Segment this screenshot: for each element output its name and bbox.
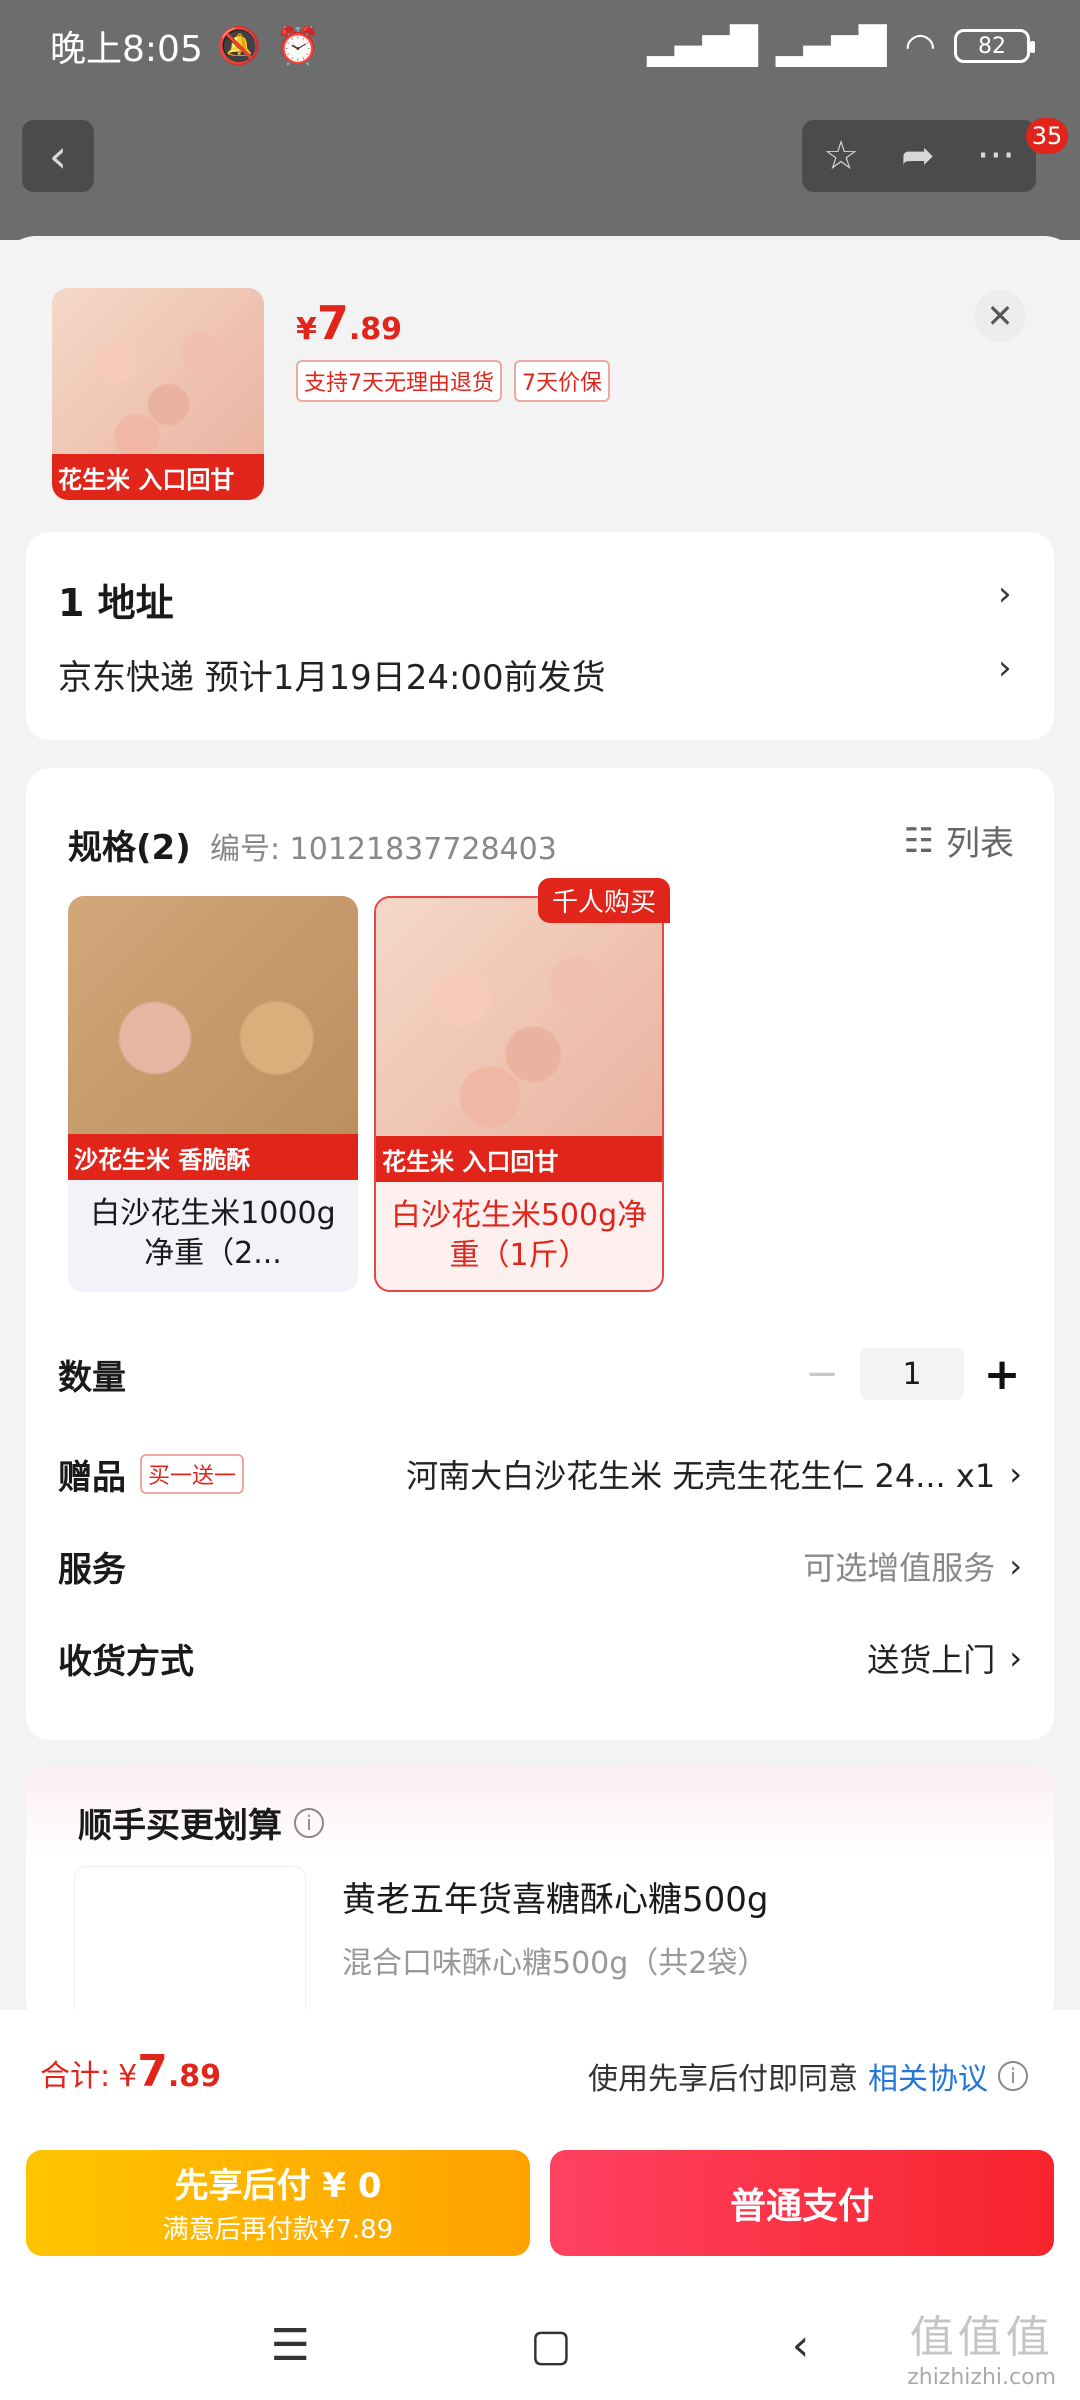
increase-button[interactable]: +: [982, 1349, 1022, 1400]
battery-indicator: 82: [954, 29, 1035, 63]
top-actions: ☆ ➦ ···: [802, 120, 1036, 192]
list-view-toggle[interactable]: ☷ 列表: [904, 816, 1014, 865]
list-icon: ☷: [903, 820, 934, 861]
product-tags: 支持7天无理由退货 7天价保: [296, 360, 610, 402]
upsell-card: 顺手买更划算 i 黄老五年货喜糖酥心糖500g 混合口味酥心糖500g（共2袋）: [26, 1766, 1054, 2026]
close-button[interactable]: ✕: [974, 290, 1026, 342]
gift-value: 河南大白沙花生米 无壳生花生仁 24... x1 ›: [406, 1451, 1022, 1497]
total-integer: 7: [137, 2046, 168, 2097]
info-icon[interactable]: i: [294, 1807, 324, 1838]
tag-price-protection: 7天价保: [514, 360, 610, 402]
total-label: 合计:: [40, 2059, 111, 2094]
quantity-stepper: − 1 +: [802, 1348, 1022, 1400]
spec-option-label: 白沙花生米1000g净重（2...: [90, 1196, 336, 1271]
alarm-icon: ⏰: [275, 26, 321, 67]
service-label: 服务: [58, 1549, 126, 1590]
spec-option-caption: 沙花生米 香脆酥: [68, 1134, 358, 1180]
price-integer: 7: [316, 296, 349, 350]
chevron-right-icon: ›: [1009, 1455, 1022, 1493]
watermark-logo: 值值值: [909, 2312, 1054, 2363]
chevron-right-icon: ›: [1009, 1547, 1022, 1585]
spec-title: 规格(2): [68, 828, 191, 868]
menu-icon[interactable]: ☰: [271, 2320, 310, 2371]
hot-sale-badge: 千人购买: [538, 878, 671, 923]
sku-bottom-sheet: 花生米 入口回甘 ¥ 7 .89 支持7天无理由退货 7天价保 ✕ 1 地址 ›…: [0, 236, 1080, 2400]
decrease-button[interactable]: −: [802, 1351, 842, 1397]
spec-option-1000g[interactable]: 沙花生米 香脆酥 白沙花生米1000g净重（2...: [68, 896, 358, 1292]
status-bar: 晚上8:05 🔕 ⏰ ▂▄▆█ ▂▄▆█ ◠ 82: [0, 0, 1080, 92]
info-icon[interactable]: i: [998, 2061, 1028, 2091]
back-button[interactable]: ‹: [22, 120, 94, 192]
spec-card: 规格(2) 编号: 10121837728403 ☷ 列表 沙花生米 香脆酥 白…: [26, 768, 1054, 1740]
share-icon[interactable]: ➦: [901, 133, 935, 179]
pay-later-subtitle: 满意后再付款¥7.89: [162, 2215, 394, 2245]
wifi-icon: ◠: [904, 25, 936, 67]
quantity-label: 数量: [58, 1357, 126, 1398]
total-decimal: .89: [167, 2059, 221, 2094]
upsell-title: 顺手买更划算 i: [78, 1798, 324, 1847]
product-thumbnail[interactable]: 花生米 入口回甘: [52, 288, 264, 500]
price-decimal: .89: [348, 312, 403, 347]
chevron-right-icon: ›: [998, 648, 1012, 688]
spec-option-image: 沙花生米 香脆酥: [68, 896, 358, 1180]
agreement-link[interactable]: 相关协议: [868, 2054, 988, 2098]
close-icon: ✕: [986, 297, 1014, 335]
chevron-right-icon: ›: [998, 574, 1012, 614]
more-icon[interactable]: ···: [977, 133, 1015, 179]
upsell-product-name[interactable]: 黄老五年货喜糖酥心糖500g: [342, 1872, 768, 1921]
product-header: 花生米 入口回甘 ¥ 7 .89 支持7天无理由退货 7天价保 ✕: [0, 236, 1080, 526]
service-value-text: 可选增值服务: [803, 1549, 996, 1587]
chevron-right-icon: ›: [1009, 1639, 1022, 1677]
spec-option-label: 白沙花生米500g净重（1斤）: [390, 1198, 648, 1273]
pay-later-title: 先享后付 ¥ 0: [174, 2166, 382, 2206]
chevron-left-icon: ‹: [48, 129, 68, 183]
signal-icon: ▂▄▆█: [647, 25, 758, 67]
upsell-product-image[interactable]: [74, 1866, 306, 2026]
gift-row[interactable]: 赠品 买一送一 河南大白沙花生米 无壳生花生仁 24... x1 ›: [58, 1444, 1022, 1504]
spec-option-image: 花生米 入口回甘: [376, 898, 662, 1182]
total-price: 合计: ¥ 7 .89: [40, 2046, 221, 2097]
spec-option-caption: 花生米 入口回甘: [376, 1136, 662, 1182]
upsell-title-text: 顺手买更划算: [78, 1806, 282, 1846]
delivery-method-text: 送货上门: [867, 1641, 996, 1679]
gift-item-text: 河南大白沙花生米 无壳生花生仁 24... x1: [406, 1457, 996, 1495]
normal-pay-button[interactable]: 普通支付: [550, 2150, 1054, 2256]
list-view-label: 列表: [946, 824, 1014, 864]
quantity-row: 数量 − 1 +: [58, 1344, 1022, 1404]
back-icon[interactable]: ‹: [792, 2320, 810, 2371]
delivery-estimate: 京东快递 预计1月19日24:00前发货: [58, 658, 606, 698]
watermark-site: zhizhizhi.com: [907, 2365, 1056, 2390]
gift-label: 赠品: [58, 1457, 126, 1498]
price-symbol: ¥: [296, 312, 317, 347]
gift-tag: 买一送一: [140, 1454, 245, 1494]
service-row[interactable]: 服务 可选增值服务 ›: [58, 1536, 1022, 1596]
delivery-method-row[interactable]: 收货方式 送货上门 ›: [58, 1628, 1022, 1688]
message-count-badge: 35: [1026, 118, 1068, 154]
signal-hd-icon: ▂▄▆█: [775, 25, 887, 67]
address-card[interactable]: 1 地址 › 京东快递 预计1月19日24:00前发货 ›: [26, 532, 1054, 740]
status-time: 晚上8:05: [50, 29, 203, 70]
thumbnail-caption: 花生米 入口回甘: [52, 454, 264, 500]
mute-icon: 🔕: [216, 26, 262, 67]
tag-return-policy: 支持7天无理由退货: [296, 360, 502, 402]
spec-option-500g[interactable]: 花生米 入口回甘 白沙花生米500g净重（1斤）: [374, 896, 664, 1292]
home-icon[interactable]: ▢: [530, 2320, 572, 2371]
upsell-product-desc: 混合口味酥心糖500g（共2袋）: [342, 1946, 768, 1981]
star-icon[interactable]: ☆: [823, 133, 859, 179]
address-title: 1 地址: [58, 581, 174, 625]
agreement-notice: 使用先享后付即同意 相关协议 i: [588, 2054, 1028, 2098]
agreement-text: 使用先享后付即同意: [588, 2062, 858, 2097]
service-value: 可选增值服务 ›: [803, 1543, 1022, 1589]
delivery-method-label: 收货方式: [58, 1641, 194, 1682]
watermark: 值值值 zhizhizhi.com: [907, 2301, 1056, 2390]
quantity-input[interactable]: 1: [860, 1348, 964, 1400]
product-code: 编号: 10121837728403: [210, 832, 557, 867]
pay-later-button[interactable]: 先享后付 ¥ 0 满意后再付款¥7.89: [26, 2150, 530, 2256]
product-price: ¥ 7 .89: [296, 296, 402, 350]
delivery-method-value: 送货上门 ›: [867, 1635, 1022, 1681]
total-symbol: ¥: [118, 2059, 138, 2094]
